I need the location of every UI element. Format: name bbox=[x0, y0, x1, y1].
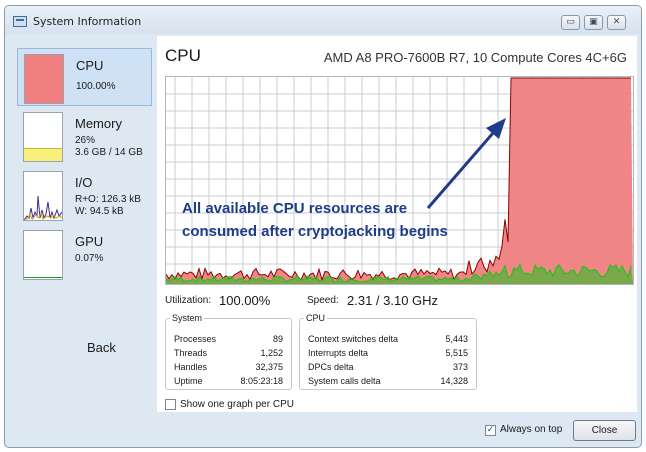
gpu-thumbnail-graph bbox=[23, 230, 63, 280]
cpu-thumbnail-fill bbox=[25, 55, 63, 103]
cpu-detail-panel: CPU AMD A8 PRO-7600B R7, 10 Compute Core… bbox=[157, 36, 637, 412]
sidebar-item-label: I/O bbox=[75, 175, 93, 190]
memory-thumbnail-fill bbox=[24, 147, 62, 161]
sidebar-item-label: CPU bbox=[76, 58, 104, 73]
group-title: CPU bbox=[306, 313, 326, 323]
gpu-usage-value: 0.07% bbox=[75, 253, 104, 264]
io-read-value: R+O: 126.3 kB bbox=[75, 194, 141, 205]
utilization-value: 100.00% bbox=[219, 293, 271, 308]
system-group: System Processes 89 Threads 1,252 Handles 3… bbox=[165, 313, 292, 390]
gpu-thumbnail-baseline bbox=[24, 277, 62, 278]
memory-percent: 26% bbox=[75, 135, 96, 146]
maximize-button[interactable]: ▣ bbox=[584, 15, 603, 30]
always-on-top-checkbox[interactable]: ✓ bbox=[485, 425, 496, 436]
close-button[interactable]: Close bbox=[573, 420, 636, 441]
memory-thumbnail-graph bbox=[23, 112, 63, 162]
footer-bar: ✓ Always on top Close bbox=[5, 412, 641, 447]
annotation-arrow bbox=[426, 118, 506, 209]
app-icon bbox=[13, 16, 27, 27]
always-on-top-label: Always on top bbox=[500, 424, 563, 435]
back-button[interactable]: Back bbox=[87, 340, 116, 355]
speed-value: 2.31 / 3.10 GHz bbox=[347, 293, 439, 308]
cpu-usage-graph: All available CPU resources are consumed… bbox=[165, 76, 634, 285]
io-thumbnail-chart bbox=[24, 195, 62, 220]
cpu-thumbnail-graph bbox=[24, 54, 64, 104]
sidebar-item-gpu[interactable]: GPU 0.07% bbox=[17, 225, 152, 283]
io-write-value: W: 94.5 kB bbox=[75, 206, 124, 217]
page-title: CPU bbox=[165, 46, 201, 65]
sidebar: CPU 100.00% Memory 26% 3.6 GB / 14 GB I/… bbox=[17, 38, 153, 408]
speed-label: Speed: bbox=[307, 295, 339, 306]
cpu-stats-group: CPU Context switches delta 5,443 Interrup… bbox=[299, 313, 477, 390]
cpu-model-name: AMD A8 PRO-7600B R7, 10 Compute Cores 4C… bbox=[323, 50, 627, 65]
utilization-label: Utilization: bbox=[165, 295, 212, 306]
sidebar-item-io[interactable]: I/O R+O: 126.3 kB W: 94.5 kB bbox=[17, 166, 152, 224]
system-information-window: System Information ▭ ▣ ✕ CPU 100.00% Mem… bbox=[4, 5, 642, 448]
one-graph-per-cpu-label: Show one graph per CPU bbox=[180, 399, 294, 410]
close-window-button[interactable]: ✕ bbox=[607, 15, 626, 30]
sidebar-item-memory[interactable]: Memory 26% 3.6 GB / 14 GB bbox=[17, 107, 152, 165]
sidebar-item-cpu[interactable]: CPU 100.00% bbox=[17, 48, 152, 106]
sidebar-item-label: Memory bbox=[75, 116, 122, 131]
title-bar[interactable]: System Information ▭ ▣ ✕ bbox=[5, 6, 641, 34]
group-title: System bbox=[172, 313, 203, 323]
memory-detail: 3.6 GB / 14 GB bbox=[75, 147, 143, 158]
cpu-usage-value: 100.00% bbox=[76, 81, 116, 92]
minimize-button[interactable]: ▭ bbox=[561, 15, 580, 30]
one-graph-per-cpu-checkbox[interactable] bbox=[165, 399, 176, 410]
window-title: System Information bbox=[33, 15, 142, 28]
sidebar-item-label: GPU bbox=[75, 234, 104, 249]
io-thumbnail-graph bbox=[23, 171, 63, 221]
